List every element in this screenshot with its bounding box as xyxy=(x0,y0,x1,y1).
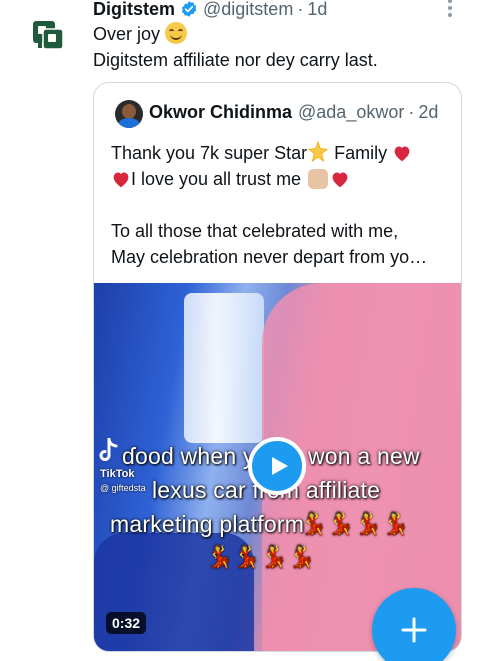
quoted-header: Okwor Chidinma @ada_okwor · 2d xyxy=(149,102,459,123)
tweet-text-line2: Digitstem affiliate nor dey carry last. xyxy=(93,50,378,70)
digitstem-logo-icon xyxy=(33,21,64,50)
quoted-text: I love you all trust me xyxy=(131,169,307,189)
quoted-text-line2: I love you all trust me xyxy=(111,166,350,192)
heart-icon xyxy=(394,146,410,162)
separator-dot: · xyxy=(297,0,304,19)
quoted-author-handle: @ada_okwor xyxy=(298,102,405,122)
quoted-text: Family xyxy=(329,143,393,163)
author-name[interactable]: Digitstem xyxy=(93,0,175,20)
quoted-time: 2d xyxy=(418,102,439,122)
tiktok-logo-icon xyxy=(99,438,118,461)
tweet[interactable]: Digitstem @digitstem · 1d Over joy Digit… xyxy=(0,0,480,661)
dancer-emoji-row1-icon: 💃💃💃💃 xyxy=(300,511,410,536)
tweet-header: Digitstem @digitstem · 1d xyxy=(93,0,327,22)
tweet-time[interactable]: 1d xyxy=(307,0,327,20)
more-options-icon[interactable] xyxy=(440,0,460,20)
glowing-star-icon xyxy=(308,141,329,163)
play-icon xyxy=(272,457,288,475)
separator-dot: · xyxy=(408,102,415,122)
smiling-face-emoji-icon xyxy=(165,22,188,44)
plus-icon xyxy=(401,617,427,643)
tiktok-brand: TikTok xyxy=(100,468,135,480)
video-window-scene xyxy=(184,293,264,443)
video-caption-line3: marketing platform xyxy=(110,511,305,537)
tweet-text: Over joy xyxy=(93,24,161,44)
tweet-text-line1: Over joy xyxy=(93,22,188,46)
video-caption-line1a: ɗood when yo xyxy=(122,443,268,469)
tiktok-username: @ giftedsta xyxy=(100,483,146,493)
avatar[interactable] xyxy=(22,8,74,60)
dancer-emoji-row2-icon: 💃💃💃💃 xyxy=(206,544,316,569)
video-caption-line1b: won a new xyxy=(308,443,420,469)
video-duration: 0:32 xyxy=(106,612,147,634)
quoted-avatar[interactable] xyxy=(115,100,143,128)
play-button[interactable] xyxy=(248,437,306,495)
quoted-text-line1: Thank you 7k super Star Family xyxy=(111,140,412,166)
author-handle[interactable]: @digitstem xyxy=(203,0,293,20)
quoted-author-name: Okwor Chidinma xyxy=(149,102,293,122)
quoted-text-line4: May celebration never depart from yo… xyxy=(111,247,428,267)
heart-icon xyxy=(113,172,129,188)
quoted-text: Thank you 7k super Star xyxy=(111,143,308,163)
verified-badge-icon xyxy=(181,1,197,17)
heart-icon xyxy=(332,172,348,188)
quoted-text-line3: To all those that celebrated with me, xyxy=(111,221,399,241)
raised-fist-icon xyxy=(308,169,329,189)
